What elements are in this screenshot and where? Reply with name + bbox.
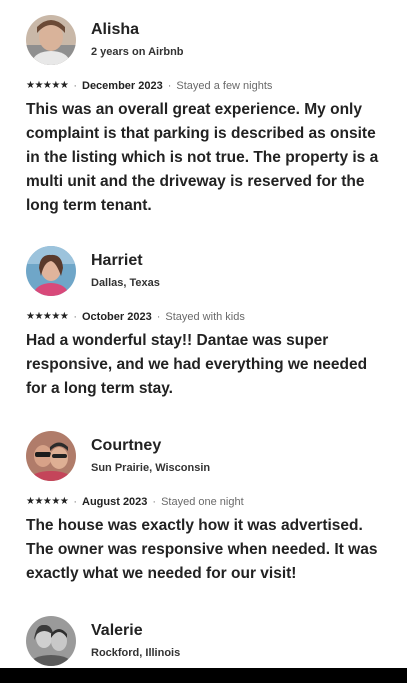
reviewer-avatar[interactable] bbox=[26, 15, 76, 65]
reviews-page: Alisha 2 years on Airbnb ★★★★★ · Decembe… bbox=[0, 0, 407, 683]
reviewer-name[interactable]: Courtney bbox=[91, 436, 210, 456]
reviewer-name[interactable]: Alisha bbox=[91, 20, 184, 40]
reviewer-subtitle: Rockford, Illinois bbox=[91, 647, 181, 659]
review-date: August 2023 bbox=[82, 496, 148, 508]
stay-type: Stayed a few nights bbox=[176, 80, 273, 92]
reviewer-header[interactable]: Courtney Sun Prairie, Wisconsin bbox=[26, 430, 210, 482]
bottom-bar bbox=[0, 668, 407, 683]
star-rating: ★★★★★ bbox=[26, 496, 69, 507]
reviewer-subtitle: 2 years on Airbnb bbox=[91, 46, 184, 58]
reviewer-subtitle: Sun Prairie, Wisconsin bbox=[91, 462, 211, 474]
reviewer-header[interactable]: Harriet Dallas, Texas bbox=[26, 245, 160, 297]
meta-separator: · bbox=[73, 496, 77, 508]
reviewer-avatar[interactable] bbox=[26, 616, 76, 666]
reviewer-avatar[interactable] bbox=[26, 431, 76, 481]
stay-type: Stayed with kids bbox=[165, 311, 245, 323]
meta-separator: · bbox=[73, 311, 77, 323]
star-rating: ★★★★★ bbox=[26, 80, 69, 91]
meta-separator: · bbox=[167, 80, 172, 92]
review-date: October 2023 bbox=[82, 311, 152, 323]
meta-separator: · bbox=[152, 496, 157, 508]
review-date: December 2023 bbox=[82, 80, 163, 92]
review-text: The house was exactly how it was adverti… bbox=[26, 517, 378, 582]
reviewer-subtitle: Dallas, Texas bbox=[91, 277, 160, 289]
reviewer-header[interactable]: Valerie Rockford, Illinois bbox=[26, 615, 180, 667]
review-text: This was an overall great experience. My… bbox=[26, 101, 379, 214]
reviewer-name[interactable]: Valerie bbox=[91, 621, 180, 641]
meta-separator: · bbox=[156, 311, 161, 323]
reviewer-header[interactable]: Alisha 2 years on Airbnb bbox=[26, 14, 184, 66]
meta-separator: · bbox=[73, 80, 77, 92]
reviewer-name[interactable]: Harriet bbox=[91, 251, 160, 271]
review-meta: ★★★★★ · August 2023 · Stayed one night bbox=[26, 495, 244, 509]
star-rating: ★★★★★ bbox=[26, 311, 69, 322]
reviewer-avatar[interactable] bbox=[26, 246, 76, 296]
review-meta: ★★★★★ · October 2023 · Stayed with kids bbox=[26, 310, 245, 324]
review-meta: ★★★★★ · December 2023 · Stayed a few nig… bbox=[26, 79, 272, 93]
stay-type: Stayed one night bbox=[161, 496, 244, 508]
review-text: Had a wonderful stay!! Dantae was super … bbox=[26, 332, 368, 397]
